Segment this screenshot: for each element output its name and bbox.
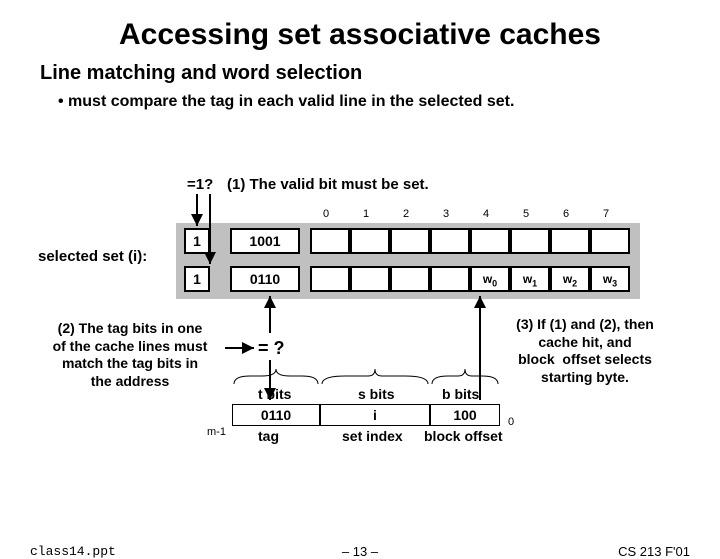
line1-b5: w1	[510, 266, 550, 292]
line1-b0	[310, 266, 350, 292]
subtitle: Line matching and word selection	[40, 62, 720, 85]
line0-b1	[350, 228, 390, 254]
line0-tag: 1001	[230, 228, 300, 254]
line0-b6	[550, 228, 590, 254]
compare-label: = ?	[258, 338, 285, 359]
m-minus-1-label: m-1	[207, 426, 226, 438]
step3-label: (3) If (1) and (2), thencache hit, andbl…	[480, 316, 690, 386]
block-offset-label: block offset	[424, 428, 503, 444]
line0-valid: 1	[184, 228, 210, 254]
zero-label: 0	[508, 416, 514, 428]
line0-b4	[470, 228, 510, 254]
byte-idx-3: 3	[443, 208, 449, 220]
footer-course: CS 213 F'01	[618, 544, 690, 559]
bullet-point: must compare the tag in each valid line …	[58, 93, 720, 111]
step2-label: (2) The tag bits in oneof the cache line…	[30, 320, 230, 390]
line0-b0	[310, 228, 350, 254]
addr-block: 100	[430, 404, 500, 426]
set-index-label: set index	[342, 428, 403, 444]
byte-idx-1: 1	[363, 208, 369, 220]
t-bits-label: t bits	[258, 386, 291, 402]
line1-b1	[350, 266, 390, 292]
selected-set-label: selected set (i):	[38, 248, 147, 265]
addr-set: i	[320, 404, 430, 426]
byte-idx-2: 2	[403, 208, 409, 220]
valid-check-label: =1?	[187, 176, 213, 193]
byte-idx-6: 6	[563, 208, 569, 220]
line1-b3	[430, 266, 470, 292]
line1-b6: w2	[550, 266, 590, 292]
line0-b7	[590, 228, 630, 254]
line0-b5	[510, 228, 550, 254]
line1-b7: w3	[590, 266, 630, 292]
footer-page: – 13 –	[0, 544, 720, 559]
line0-b3	[430, 228, 470, 254]
b-bits-label: b bits	[442, 386, 479, 402]
tag-field-label: tag	[258, 428, 279, 444]
diagram: =1? (1) The valid bit must be set. 0 1 2…	[0, 168, 720, 478]
byte-idx-7: 7	[603, 208, 609, 220]
addr-tag: 0110	[232, 404, 320, 426]
line1-valid: 1	[184, 266, 210, 292]
s-bits-label: s bits	[358, 386, 395, 402]
byte-idx-0: 0	[323, 208, 329, 220]
page-title: Accessing set associative caches	[0, 18, 720, 52]
line1-b2	[390, 266, 430, 292]
line1-b4: w0	[470, 266, 510, 292]
line0-b2	[390, 228, 430, 254]
line1-tag: 0110	[230, 266, 300, 292]
byte-idx-5: 5	[523, 208, 529, 220]
step1-label: (1) The valid bit must be set.	[227, 176, 429, 193]
byte-idx-4: 4	[483, 208, 489, 220]
